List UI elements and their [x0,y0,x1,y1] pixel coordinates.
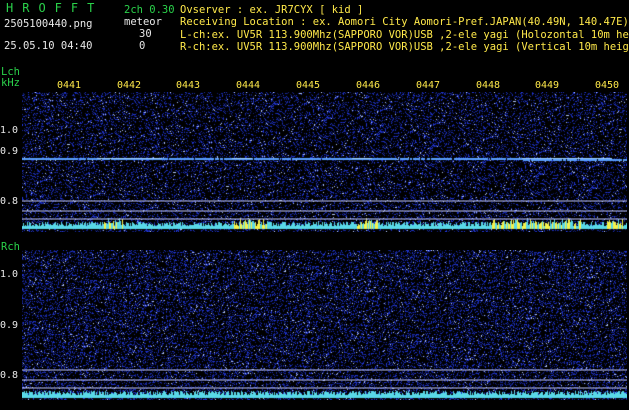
time-tick: 0447 [416,80,441,91]
time-tick: 0441 [57,80,82,91]
time-tick: 0443 [176,80,201,91]
lch-line: L-ch:ex. UV5R 113.900Mhz(SAPPORO VOR)USB… [180,29,629,41]
time-tick: 0442 [117,80,142,91]
location-line: Receiving Location : ex. Aomori City Aom… [180,16,629,28]
rch-yaxis-label: 0.8 [0,370,19,381]
observer-line: Ovserver : ex. JR7CYX [ kid ] [180,4,364,16]
lch-yaxis-label: 0.9 [0,146,19,157]
rch-label: Rch [1,241,20,253]
lch-yaxis-label: 0.8 [0,196,19,207]
version-label: 2ch 0.30 [124,4,175,16]
time-tick: 0445 [296,80,321,91]
count-l: 30 [139,28,152,40]
app-brand: HROFFT [6,1,104,15]
time-tick: 0448 [476,80,501,91]
time-tick: 0449 [535,80,560,91]
rch-line: R-ch:ex. UV5R 113.900Mhz(SAPPORO VOR)USB… [180,41,629,53]
rch-yaxis-label: 0.9 [0,320,19,331]
time-tick: 0450 [595,80,620,91]
lch-unit: kHz [1,77,20,89]
count-r: 0 [139,40,146,52]
lch-spectrogram [22,92,627,232]
lch-yaxis-label: 1.0 [0,125,19,136]
filename-label: 2505100440.png [4,18,93,30]
time-tick: 0444 [236,80,261,91]
rch-yaxis-label: 1.0 [0,269,19,280]
time-tick: 0446 [356,80,381,91]
datetime-label: 25.05.10 04:40 [4,40,93,52]
rch-spectrogram [22,250,627,400]
mode-label: meteor [124,16,162,28]
